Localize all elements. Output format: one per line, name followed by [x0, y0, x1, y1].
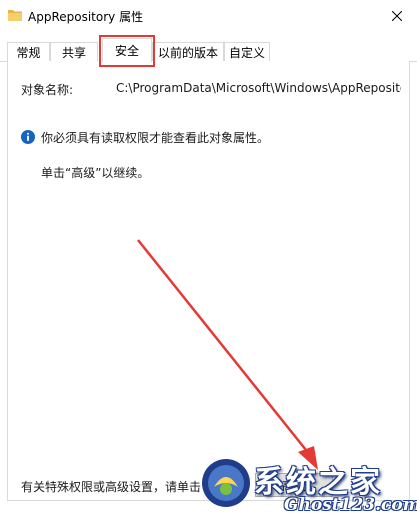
- title-bar: AppRepository 属性: [0, 0, 417, 32]
- properties-window: AppRepository 属性 常规 共享 安全 以前的版本 自定义 对象名称…: [0, 0, 417, 517]
- tab-sharing[interactable]: 共享: [50, 42, 98, 62]
- close-icon: [391, 11, 402, 21]
- security-panel: [7, 61, 410, 501]
- watermark-url: Ghost123.com: [284, 495, 417, 515]
- tab-general[interactable]: 常规: [7, 42, 50, 62]
- tab-security[interactable]: 安全: [102, 38, 152, 62]
- folder-icon: [8, 10, 22, 21]
- object-name-label: 对象名称:: [21, 83, 74, 97]
- close-button[interactable]: [376, 0, 417, 32]
- object-name-value: C:\ProgramData\Microsoft\Windows\AppRepo…: [116, 81, 401, 95]
- info-icon: [21, 130, 35, 144]
- window-title: AppRepository 属性: [28, 10, 144, 24]
- watermark: 系统之家 Ghost123.com: [200, 455, 417, 517]
- tab-customize[interactable]: 自定义: [224, 42, 270, 62]
- watermark-logo-icon: [202, 459, 250, 507]
- tab-previous-versions[interactable]: 以前的版本: [152, 42, 224, 62]
- info-message: 你必须具有读取权限才能查看此对象属性。: [41, 131, 270, 145]
- inherit-hint: 单击“高级”以继续。: [41, 166, 150, 180]
